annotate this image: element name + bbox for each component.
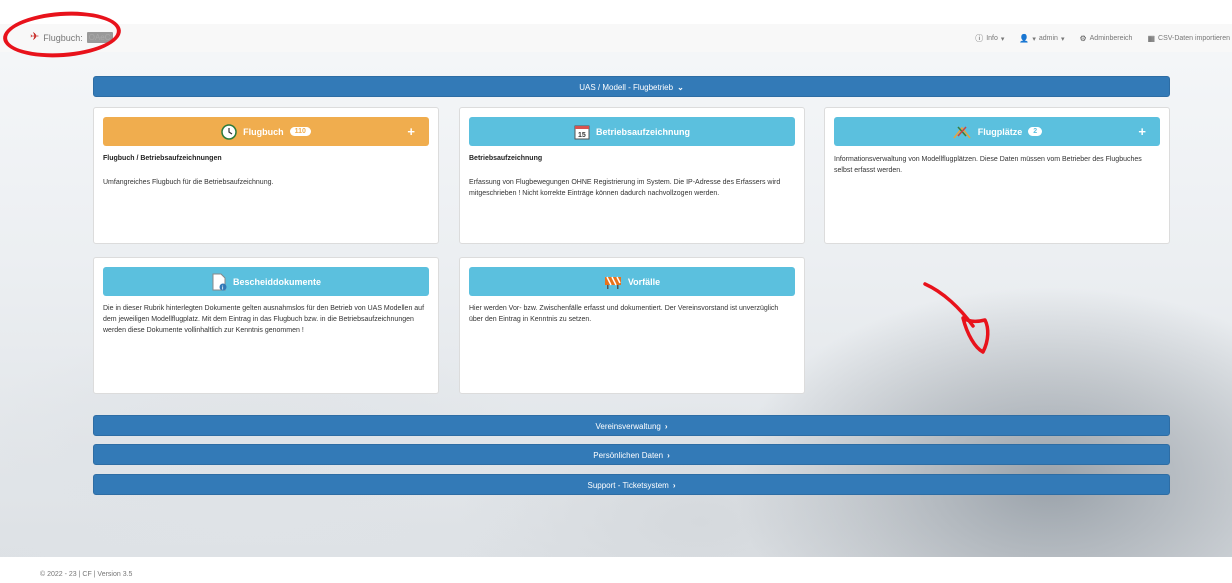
map-marker-icon xyxy=(953,126,971,138)
flugbuch-title: Flugbuch xyxy=(243,126,284,137)
vorfaelle-button[interactable]: Vorfälle xyxy=(469,267,795,296)
flugbuch-description: Umfangreiches Flugbuch für die Betriebsa… xyxy=(103,179,274,186)
user-label: admin xyxy=(1038,35,1058,42)
caret-down-icon: ▾ xyxy=(1032,35,1036,43)
panel-vorfaelle: Vorfälle Hier werden Vor- bzw. Zwischenf… xyxy=(459,257,805,394)
bescheiddokumente-description: Die in dieser Rubrik hinterlegten Dokume… xyxy=(103,305,425,334)
panel-flugbuch: Flugbuch 110 + Flugbuch / Betriebsaufzei… xyxy=(93,107,439,244)
panel-betriebsaufzeichnung: 15 Betriebsaufzeichnung Betriebsaufzeich… xyxy=(459,107,805,244)
flugplaetze-count-badge: 2 xyxy=(1028,127,1043,136)
section-persoenliche-daten-label: Persönlichen Daten xyxy=(593,451,664,460)
info-menu[interactable]: ⓘ Info ▾ xyxy=(975,33,1004,44)
chevron-right-icon: › xyxy=(667,451,670,460)
document-icon: i xyxy=(212,273,227,291)
csv-import-label: CSV-Daten importieren xyxy=(1158,35,1230,42)
chevron-right-icon: › xyxy=(664,422,668,431)
add-flugplatz-icon[interactable]: + xyxy=(1138,125,1146,138)
csv-import-link[interactable]: ▦ CSV-Daten importieren xyxy=(1147,33,1230,44)
section-support-toggle[interactable]: Support - Ticketsystem › xyxy=(93,474,1170,495)
section-support-label: Support - Ticketsystem xyxy=(587,481,669,490)
info-label: Info xyxy=(986,35,998,42)
adminbereich-label: Adminbereich xyxy=(1089,35,1133,42)
gear-icon: ⚙ xyxy=(1079,34,1087,43)
footer-copyright: © 2022 - 23 | CF | Version 3.5 xyxy=(40,571,133,578)
flugplaetze-button[interactable]: Flugplätze 2 + xyxy=(834,117,1160,146)
nav-right: ⓘ Info ▾ 👤 ▾ admin ▾ ⚙ Adminbereich ▦ CS… xyxy=(975,33,1230,44)
panel-bescheiddokumente: i Bescheiddokumente Die in dieser Rubrik… xyxy=(93,257,439,394)
user-menu[interactable]: 👤 ▾ admin ▾ xyxy=(1019,33,1064,44)
section-vereinsverwaltung-toggle[interactable]: Vereinsverwaltung › xyxy=(93,415,1170,436)
bescheiddokumente-button[interactable]: i Bescheiddokumente xyxy=(103,267,429,296)
calendar-icon: 15 xyxy=(574,125,590,139)
panel-flugplaetze: Flugplätze 2 + Informationsverwaltung vo… xyxy=(824,107,1170,244)
flugbuch-subtitle: Flugbuch / Betriebsaufzeichnungen xyxy=(103,155,222,162)
warning-barrier-icon xyxy=(604,276,621,289)
betriebsaufzeichnung-button[interactable]: 15 Betriebsaufzeichnung xyxy=(469,117,795,146)
adminbereich-link[interactable]: ⚙ Adminbereich xyxy=(1079,33,1132,44)
betriebsaufzeichnung-title: Betriebsaufzeichnung xyxy=(595,126,690,137)
flugplaetze-title: Flugplätze xyxy=(977,126,1023,137)
section-vereinsverwaltung-label: Vereinsverwaltung xyxy=(595,422,661,431)
chevron-down-icon: ⌄ xyxy=(677,83,684,92)
user-icon: 👤 xyxy=(1019,34,1030,43)
flugbuch-button[interactable]: Flugbuch 110 + xyxy=(103,117,429,146)
caret-down-icon: ▾ xyxy=(1060,35,1065,43)
clock-icon xyxy=(221,123,237,140)
svg-text:15: 15 xyxy=(578,132,586,139)
section-uas-label: UAS / Modell - Flugbetrieb xyxy=(579,83,674,92)
annotation-arrow xyxy=(923,282,990,354)
vorfaelle-description: Hier werden Vor- bzw. Zwischenfälle erfa… xyxy=(469,305,779,323)
info-icon: ⓘ xyxy=(975,34,984,43)
section-uas-toggle[interactable]: UAS / Modell - Flugbetrieb ⌄ xyxy=(93,76,1170,97)
top-navbar: ✈ Flugbuch: OAeC ⓘ Info ▾ 👤 ▾ admin ▾ ⚙ … xyxy=(0,24,1232,52)
betriebsaufzeichnung-description: Erfassung von Flugbewegungen OHNE Regist… xyxy=(469,179,781,197)
caret-down-icon: ▾ xyxy=(1000,35,1005,43)
bescheiddokumente-title: Bescheiddokumente xyxy=(232,276,322,287)
betriebsaufzeichnung-subtitle: Betriebsaufzeichnung xyxy=(469,155,543,162)
add-flugbuch-icon[interactable]: + xyxy=(407,125,415,138)
flugbuch-count-badge: 110 xyxy=(289,127,311,136)
section-persoenliche-daten-toggle[interactable]: Persönlichen Daten › xyxy=(93,444,1170,465)
vorfaelle-title: Vorfälle xyxy=(627,276,661,287)
grid-icon: ▦ xyxy=(1147,34,1156,43)
chevron-right-icon: › xyxy=(672,481,676,490)
flugplaetze-description: Informationsverwaltung von Modellflugplä… xyxy=(834,156,1142,174)
